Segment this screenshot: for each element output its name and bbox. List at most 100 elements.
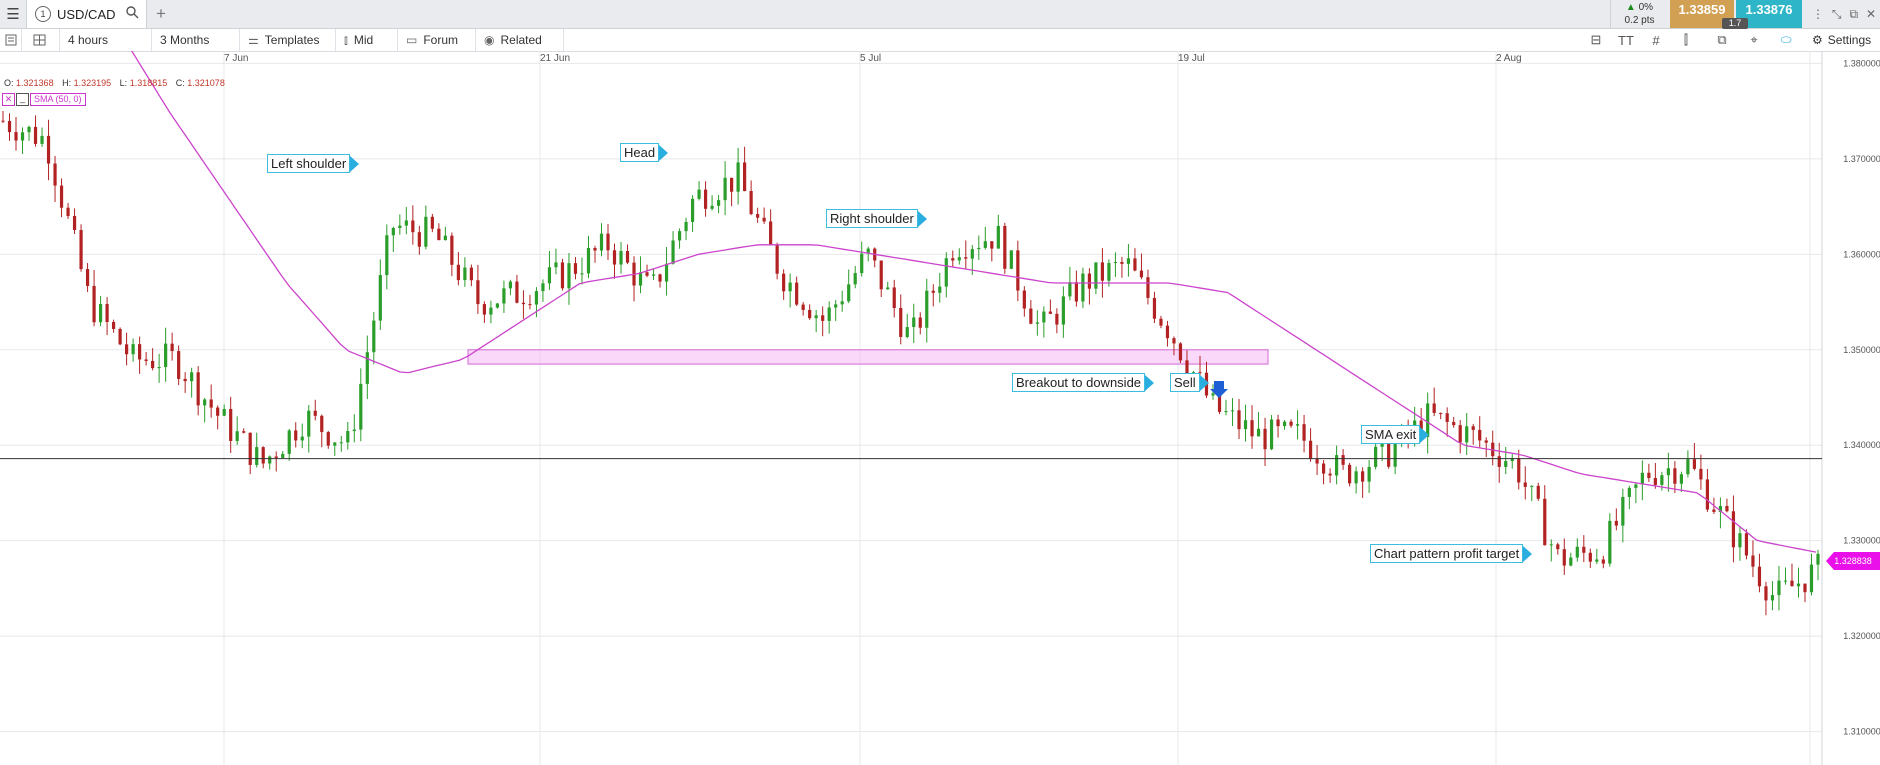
forum-button[interactable]: ▭ Forum [398,29,476,51]
order-icon[interactable]: ⊟ [1582,29,1610,51]
sma-line [131,51,1817,553]
candle-up [664,263,669,282]
candle-down [476,280,480,305]
candles-icon[interactable]: ⫿ [1672,29,1700,51]
candle-down [229,408,233,441]
related-button[interactable]: ◉ Related [476,29,564,51]
candle-down [1484,440,1488,443]
candle-up [495,303,500,308]
candle-down [1588,552,1592,562]
range-selector[interactable]: 3 Months [152,29,240,51]
candle-up [554,262,558,268]
candle-up [1627,487,1631,497]
candle-down [105,303,109,323]
add-tab-button[interactable]: + [150,0,172,28]
candle-up [391,227,395,236]
settings-button[interactable]: ⚙ Settings [1812,29,1871,51]
candle-down [749,191,753,215]
instrument-tab[interactable]: 1 USD/CAD [27,0,147,28]
templates-button[interactable]: ⚌ Templates [240,29,336,51]
candle-down [46,135,51,164]
interval-selector[interactable]: 4 hours [60,29,152,51]
right-arrow-icon [917,210,927,227]
copy-icon[interactable]: ⧉ [1708,29,1736,51]
candle-up [1465,426,1469,443]
candle-down [1751,555,1755,567]
candle-down [1302,424,1306,441]
candle-down [7,121,12,133]
candle-down [1348,464,1352,484]
candle-up [333,442,337,446]
crosshair-icon[interactable]: ⌖ [1740,29,1768,51]
candle-up [235,431,239,441]
candle-up [983,241,987,248]
candle-down [14,132,18,141]
price-tick-label: 1.320000 [1843,631,1880,641]
candle-down [560,262,565,289]
candle-down [320,415,324,433]
candle-up [671,240,675,264]
grid-icon[interactable]: # [1642,29,1670,51]
candle-up [1393,443,1397,467]
candle-up [1770,595,1775,601]
candle-down [1562,549,1566,566]
right-arrow-icon [1420,426,1430,443]
candle-down [1731,511,1736,548]
candle-down [1029,308,1033,324]
annotation-profit-target: Chart pattern profit target [1370,544,1533,563]
candle-down [521,302,526,305]
list-view-icon[interactable] [0,29,22,51]
spread-badge: 1.7 [1722,18,1748,29]
chat-bubble-icon: ▭ [406,33,418,47]
annotation-sell: Sell [1170,373,1209,392]
candle-up [1738,533,1742,548]
candle-up [1634,484,1638,488]
candle-down [294,430,298,441]
sma-indicator-label[interactable]: SMA (50, 0) [30,93,86,106]
annotation-breakout: Breakout to downside [1012,373,1155,392]
remove-indicator-icon[interactable]: ✕ [2,93,15,106]
hamburger-menu-icon[interactable]: ☰ [0,0,27,28]
candle-up [1504,461,1508,467]
candle-down [1432,403,1436,413]
candle-up [886,287,890,290]
candle-down [1250,420,1254,437]
candle-down [801,304,805,310]
candle-down [430,216,434,229]
candle-up [1256,428,1261,437]
candle-up [1224,411,1228,413]
candle-up [1660,475,1664,485]
candle-down [216,407,220,416]
date-tick-label: 7 Jun [224,53,248,64]
candle-down [528,304,532,306]
price-change: ▲ 0% 0.2 pts [1610,0,1668,28]
search-icon[interactable] [125,6,139,22]
candle-down [1048,311,1052,314]
candle-down [1361,471,1365,482]
candle-down [151,360,155,369]
more-options-icon[interactable]: ⋮ [1812,7,1824,21]
tag-icon[interactable]: ⬭ [1772,29,1800,51]
right-arrow-icon [1145,374,1155,391]
candle-down [111,322,116,329]
collapse-indicator-icon[interactable]: _ [16,93,29,106]
candle-up [359,383,363,430]
price-tick-label: 1.380000 [1843,58,1880,68]
candle-down [931,290,935,293]
text-size-icon[interactable]: TT [1612,29,1640,51]
minimize-icon[interactable]: ⤡ [1832,7,1842,22]
candle-down [1321,463,1326,474]
candle-up [378,275,382,321]
candle-down [1478,429,1482,441]
annotation-sma-exit: SMA exit [1361,425,1430,444]
candle-down [808,309,812,319]
price-type-button[interactable]: ⫾ Mid [336,29,398,51]
popout-icon[interactable]: ⧉ [1849,7,1858,22]
instrument-symbol: USD/CAD [57,6,116,22]
layout-icon[interactable] [22,29,60,51]
candle-up [203,399,207,406]
candle-down [1653,478,1657,485]
close-icon[interactable]: ✕ [1866,7,1876,21]
candle-down [196,372,200,406]
sliders-icon: ⚌ [248,33,259,47]
